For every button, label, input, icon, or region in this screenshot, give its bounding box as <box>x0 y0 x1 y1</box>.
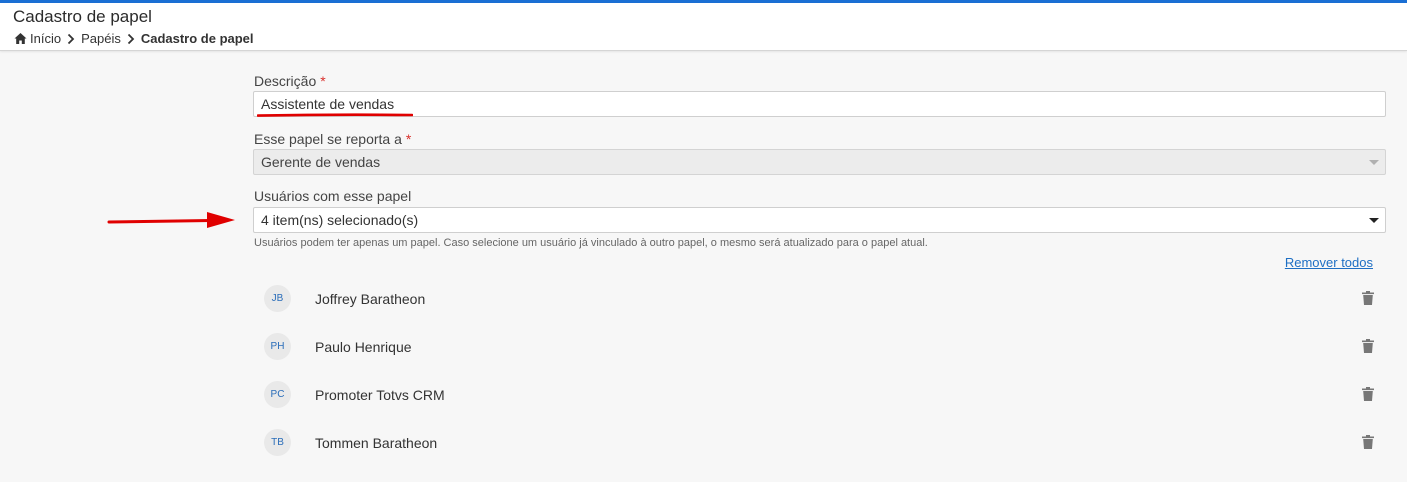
avatar: PH <box>264 333 291 360</box>
users-label: Usuários com esse papel <box>254 188 412 204</box>
chevron-right-icon <box>127 33 135 45</box>
home-icon[interactable] <box>14 32 27 45</box>
user-list-item: TB Tommen Baratheon <box>264 425 1374 465</box>
chevron-down-icon <box>1369 160 1379 165</box>
description-input[interactable]: Assistente de vendas <box>253 91 1386 117</box>
trash-icon[interactable] <box>1362 339 1374 353</box>
reports-to-value: Gerente de vendas <box>261 154 381 170</box>
users-help-text: Usuários podem ter apenas um papel. Caso… <box>254 237 928 249</box>
red-underline-annotation <box>257 113 413 117</box>
breadcrumb: Início Papéis Cadastro de papel <box>14 31 254 46</box>
breadcrumb-item-papeis[interactable]: Papéis <box>81 31 121 46</box>
user-name: Joffrey Baratheon <box>315 291 426 307</box>
required-mark: * <box>405 131 412 147</box>
user-list-item: PH Paulo Henrique <box>264 329 1374 369</box>
user-list-item: PC Promoter Totvs CRM <box>264 377 1374 417</box>
trash-icon[interactable] <box>1362 291 1374 305</box>
remove-all-link[interactable]: Remover todos <box>1285 255 1373 270</box>
page-header: Cadastro de papel Início Papéis Cadastro… <box>0 3 1407 51</box>
description-label: Descrição * <box>254 73 326 89</box>
user-name: Promoter Totvs CRM <box>315 387 445 403</box>
user-name: Paulo Henrique <box>315 339 412 355</box>
trash-icon[interactable] <box>1362 435 1374 449</box>
user-name: Tommen Baratheon <box>315 435 438 451</box>
breadcrumb-item-inicio[interactable]: Início <box>30 31 61 46</box>
red-arrow-annotation <box>107 212 235 228</box>
required-mark: * <box>320 73 326 89</box>
breadcrumb-item-current: Cadastro de papel <box>140 31 254 46</box>
users-selected-count: 4 item(ns) selecionado(s) <box>261 212 419 228</box>
avatar: TB <box>264 429 291 456</box>
chevron-down-icon[interactable] <box>1369 218 1379 223</box>
user-list-item: JB Joffrey Baratheon <box>264 281 1374 321</box>
avatar: JB <box>264 285 291 312</box>
trash-icon[interactable] <box>1362 387 1374 401</box>
chevron-right-icon <box>67 33 75 45</box>
page-title: Cadastro de papel <box>13 7 152 26</box>
reports-to-select[interactable]: Gerente de vendas <box>253 149 1386 175</box>
reports-to-label: Esse papel se reporta a * <box>254 131 412 147</box>
avatar: PC <box>264 381 291 408</box>
users-multiselect[interactable]: 4 item(ns) selecionado(s) <box>253 207 1386 233</box>
